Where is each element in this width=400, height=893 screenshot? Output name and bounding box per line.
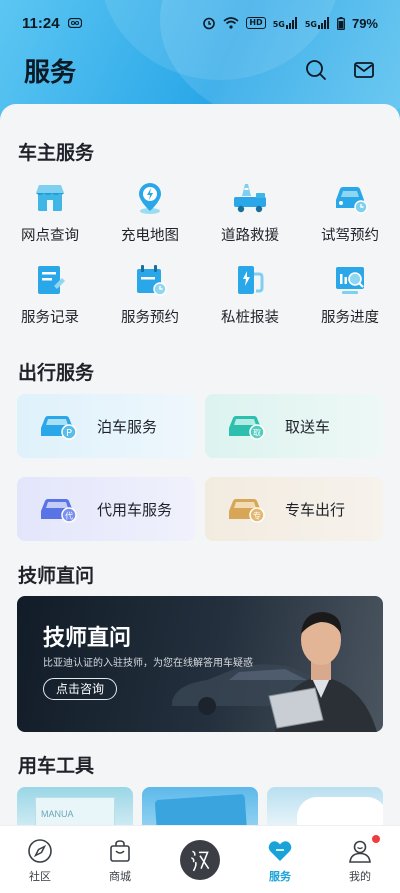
signal-1: 5G xyxy=(273,17,298,29)
battery-icon xyxy=(337,16,345,30)
search-icon[interactable] xyxy=(304,58,328,82)
card-parking-service[interactable]: P 泊车服务 xyxy=(17,394,195,458)
svg-text:取: 取 xyxy=(253,429,261,438)
pickup-car-icon: 取 xyxy=(229,416,265,440)
banner-title: 技师直问 xyxy=(43,626,132,651)
tab-mine[interactable]: 我的 xyxy=(320,826,400,893)
tab-service[interactable]: 服务 xyxy=(240,826,320,893)
owner-services-grid: 网点查询 充电地图 道路救援 试驾预约 服务记录 服务预约 私桩报装 服务进度 xyxy=(0,178,400,342)
parking-car-icon: P xyxy=(41,416,77,440)
page-title: 服务 xyxy=(24,57,77,88)
tab-community[interactable]: 社区 xyxy=(0,826,80,893)
signal-2: 5G xyxy=(305,17,330,29)
grid-item-road-rescue[interactable]: 道路救援 xyxy=(200,178,300,260)
tool-card-2[interactable] xyxy=(142,787,258,825)
grid-item-store-lookup[interactable]: 网点查询 xyxy=(0,178,100,260)
technician-banner[interactable]: 技师直问 比亚迪认证的入驻技师，为您在线解答用车疑惑 点击咨询 xyxy=(17,596,383,732)
travel-services-title: 出行服务 xyxy=(18,362,95,384)
bottom-tab-bar: 社区 商城 服务 我的 xyxy=(0,825,400,893)
han-logo-icon xyxy=(180,840,220,880)
grid-item-charging-map[interactable]: 充电地图 xyxy=(100,178,200,260)
service-record-icon xyxy=(38,266,65,294)
technician-title: 技师直问 xyxy=(18,565,95,587)
manual-text: MANUA xyxy=(41,809,74,819)
grid-item-service-records[interactable]: 服务记录 xyxy=(0,260,100,342)
substitute-car-icon: 代 xyxy=(41,499,77,523)
service-progress-icon xyxy=(336,267,364,294)
banner-subtitle: 比亚迪认证的入驻技师，为您在线解答用车疑惑 xyxy=(43,658,253,669)
private-car-icon: 专 xyxy=(229,499,265,523)
page-header: 服务 xyxy=(0,46,400,94)
consult-button[interactable]: 点击咨询 xyxy=(43,678,118,700)
service-booking-icon xyxy=(137,265,167,296)
tow-truck-icon xyxy=(234,184,266,213)
technician-portrait xyxy=(268,612,377,732)
profile-icon xyxy=(349,840,371,863)
charging-map-icon xyxy=(139,183,161,214)
heart-icon xyxy=(268,841,292,861)
card-pickup-delivery[interactable]: 取 取送车 xyxy=(205,394,383,458)
battery-percent: 79% xyxy=(351,15,378,31)
signal-bars-icon xyxy=(285,17,297,29)
svg-text:P: P xyxy=(66,428,72,439)
store-icon xyxy=(36,185,64,211)
card-substitute-car[interactable]: 代 代用车服务 xyxy=(17,477,195,541)
compass-icon xyxy=(28,839,52,863)
tool-card-3[interactable] xyxy=(267,787,383,825)
wifi-icon xyxy=(223,17,239,29)
grid-item-service-booking[interactable]: 服务预约 xyxy=(100,260,200,342)
grid-item-private-charger[interactable]: 私桩报装 xyxy=(200,260,300,342)
signal-bars-icon xyxy=(317,17,329,29)
test-drive-icon xyxy=(336,187,368,214)
infinity-icon xyxy=(67,18,82,28)
hd-badge: HD xyxy=(246,17,266,29)
tab-mall[interactable]: 商城 xyxy=(80,826,160,893)
notification-dot xyxy=(372,835,380,843)
message-icon[interactable] xyxy=(352,58,376,82)
alarm-icon xyxy=(203,17,216,30)
svg-text:代: 代 xyxy=(65,511,73,521)
card-private-car[interactable]: 专 专车出行 xyxy=(205,477,383,541)
svg-text:专: 专 xyxy=(253,511,261,521)
private-charger-icon xyxy=(238,266,264,294)
tab-han-center[interactable] xyxy=(160,826,240,893)
shopping-bag-icon xyxy=(110,840,130,862)
grid-item-test-drive[interactable]: 试驾预约 xyxy=(300,178,400,260)
tool-card-manual[interactable]: MANUA xyxy=(17,787,133,825)
status-bar: 11:24 HD 5G 5G 79% xyxy=(0,0,400,46)
status-time: 11:24 xyxy=(22,14,60,32)
owner-services-title: 车主服务 xyxy=(18,142,95,164)
grid-item-service-progress[interactable]: 服务进度 xyxy=(300,260,400,342)
tools-title: 用车工具 xyxy=(18,755,95,777)
